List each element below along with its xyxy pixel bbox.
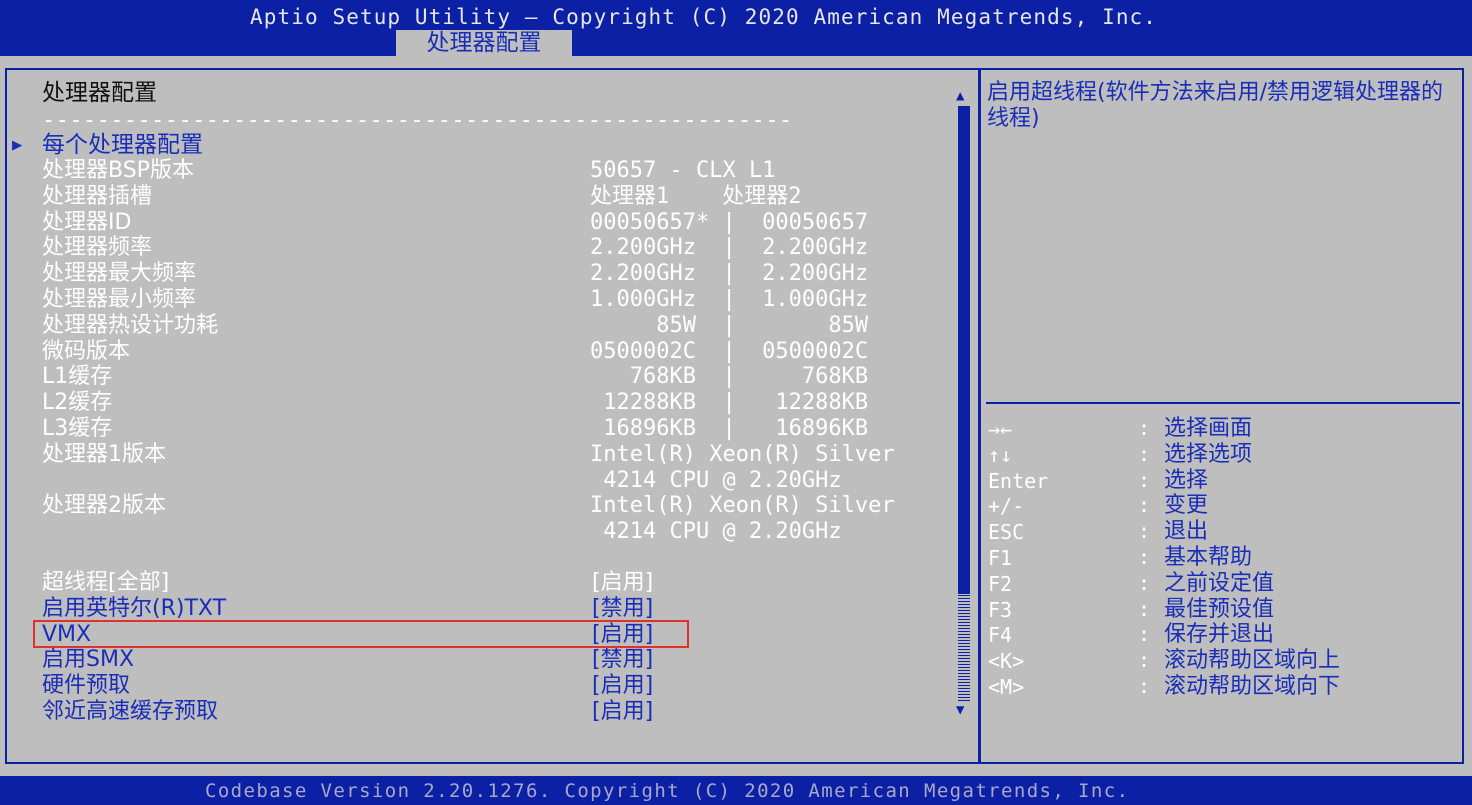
submenu-arrow-icon: ▶	[12, 135, 23, 155]
option-label[interactable]: 启用英特尔(R)TXT	[42, 596, 226, 622]
key-colon: :	[1138, 416, 1151, 440]
key-name: <M>	[988, 675, 1025, 699]
key-colon: :	[1138, 519, 1151, 544]
option-value[interactable]: [禁用]	[592, 596, 653, 622]
submenu-per-processor-config[interactable]: 每个处理器配置	[42, 132, 203, 158]
info-value: 2.200GHz | 2.200GHz	[590, 235, 869, 261]
scrollbar-thumb[interactable]	[958, 106, 970, 594]
option-label[interactable]: 邻近高速缓存预取	[42, 699, 218, 725]
info-label: 处理器最小频率	[42, 287, 197, 312]
key-name: ↑↓	[988, 442, 1013, 467]
info-value: 0500002C | 0500002C	[590, 338, 869, 364]
info-value: 4214 CPU @ 2.20GHz	[590, 519, 842, 545]
info-label: 处理器BSP版本	[42, 158, 194, 183]
key-description: 退出	[1164, 519, 1209, 545]
info-label: L3缓存	[42, 416, 113, 441]
key-description: 变更	[1164, 493, 1209, 519]
info-value: 12288KB | 12288KB	[590, 390, 869, 416]
info-label: 处理器最大频率	[42, 261, 197, 287]
separator: ----------------------------------------…	[42, 108, 793, 133]
info-value: 768KB | 768KB	[590, 364, 869, 390]
title-bar: Aptio Setup Utility – Copyright (C) 2020…	[0, 0, 1472, 56]
footer-bar: Codebase Version 2.20.1276. Copyright (C…	[0, 776, 1472, 805]
info-value: 1.000GHz | 1.000GHz	[590, 287, 869, 312]
info-label: 处理器1版本	[42, 441, 166, 467]
key-colon: :	[1138, 441, 1151, 466]
info-label: 处理器ID	[42, 209, 132, 235]
footer-version: Codebase Version 2.20.1276. Copyright (C…	[205, 780, 1130, 802]
help-divider	[986, 402, 1460, 404]
info-label: 处理器插槽	[42, 183, 153, 209]
scroll-down-icon[interactable]: ▼	[956, 702, 964, 718]
key-name: F1	[988, 546, 1013, 570]
key-colon: :	[1138, 674, 1151, 698]
info-value: Intel(R) Xeon(R) Silver	[590, 441, 895, 467]
key-colon: :	[1138, 648, 1151, 673]
key-colon: :	[1138, 467, 1151, 492]
key-name: <K>	[988, 649, 1025, 674]
key-name: +/-	[988, 494, 1025, 519]
key-description: 保存并退出	[1164, 622, 1275, 648]
key-name: Enter	[988, 468, 1049, 493]
key-description: 选择选项	[1164, 441, 1253, 467]
tab-processor-config[interactable]: 处理器配置	[396, 30, 572, 56]
info-value: 85W | 85W	[590, 312, 869, 338]
info-label: L2缓存	[42, 390, 113, 416]
panel-divider	[978, 68, 981, 764]
option-label[interactable]: 硬件预取	[42, 673, 130, 699]
info-label: 处理器频率	[42, 235, 153, 261]
option-value[interactable]: [启用]	[592, 570, 653, 596]
key-name: ESC	[988, 520, 1025, 545]
option-value[interactable]: [启用]	[592, 699, 653, 725]
key-description: 最佳预设值	[1164, 596, 1275, 622]
info-label: 微码版本	[42, 338, 131, 364]
page-heading: 处理器配置	[42, 80, 157, 106]
key-description: 选择	[1164, 467, 1209, 493]
key-name: F3	[988, 597, 1013, 622]
key-name: F2	[988, 571, 1013, 596]
option-value[interactable]: [禁用]	[592, 647, 653, 673]
key-colon: :	[1138, 596, 1151, 621]
key-colon: :	[1138, 570, 1151, 595]
info-value: 2.200GHz | 2.200GHz	[590, 261, 869, 287]
info-value: 4214 CPU @ 2.20GHz	[590, 467, 842, 493]
info-value: 00050657* | 00050657	[590, 209, 869, 235]
info-value: Intel(R) Xeon(R) Silver	[590, 493, 895, 519]
key-name: F4	[988, 623, 1013, 648]
help-description: 启用超线程(软件方法来启用/禁用逻辑处理器的线程)	[987, 80, 1443, 131]
info-value: 处理器1 处理器2	[590, 183, 802, 209]
key-description: 滚动帮助区域向下	[1164, 674, 1341, 699]
info-label: 处理器2版本	[42, 493, 166, 519]
scroll-up-icon[interactable]: ▲	[956, 88, 964, 104]
key-name: →←	[988, 417, 1013, 441]
info-value: 16896KB | 16896KB	[590, 416, 869, 441]
key-colon: :	[1138, 493, 1151, 518]
utility-title: Aptio Setup Utility – Copyright (C) 2020…	[250, 5, 1158, 29]
info-value: 50657 - CLX L1	[590, 158, 776, 183]
key-description: 之前设定值	[1164, 570, 1275, 596]
info-label: 处理器热设计功耗	[42, 312, 219, 338]
option-value[interactable]: [启用]	[592, 673, 653, 699]
option-label[interactable]: 启用SMX	[42, 647, 134, 673]
key-colon: :	[1138, 545, 1151, 569]
key-description: 基本帮助	[1164, 545, 1253, 570]
key-description: 选择画面	[1164, 416, 1253, 441]
option-label[interactable]: 超线程[全部]	[42, 570, 169, 596]
key-colon: :	[1138, 622, 1151, 647]
vmx-highlight-box	[33, 620, 689, 648]
info-label: L1缓存	[42, 364, 113, 390]
key-description: 滚动帮助区域向上	[1164, 648, 1341, 674]
